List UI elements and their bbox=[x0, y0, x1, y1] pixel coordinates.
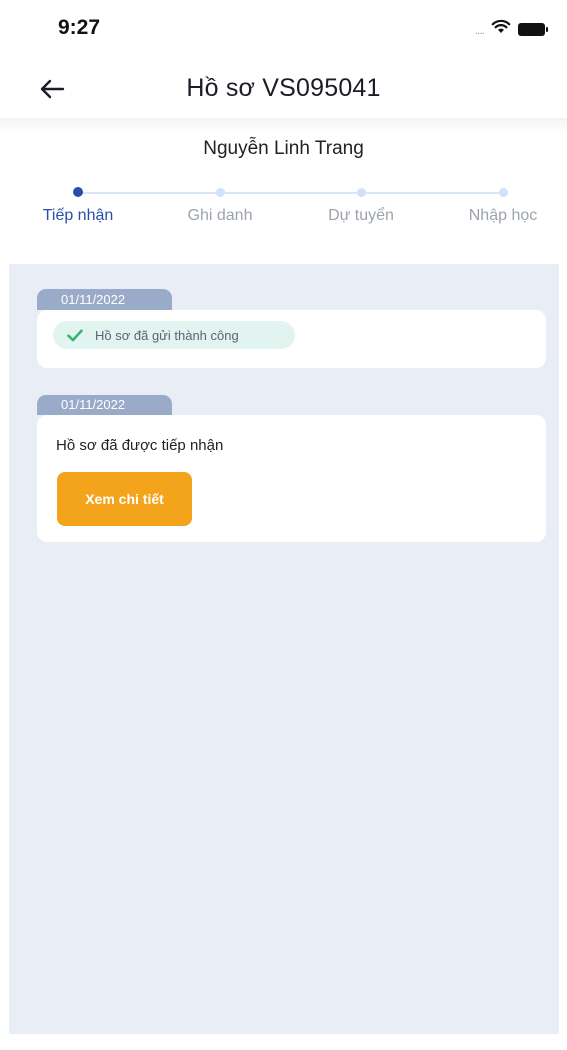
step-label: Tiếp nhận bbox=[42, 207, 114, 224]
nav-bar: Hồ sơ VS095041 bbox=[0, 54, 567, 124]
step-tiep-nhan[interactable]: Tiếp nhận bbox=[18, 184, 138, 225]
step-dot bbox=[215, 188, 225, 197]
timeline-area: 01/11/2022 Hồ sơ đã gửi thành công 01/11… bbox=[9, 264, 559, 1034]
timeline-message: Hồ sơ đã được tiếp nhận bbox=[56, 437, 224, 454]
step-dot bbox=[356, 188, 366, 197]
date-tag: 01/11/2022 bbox=[37, 395, 172, 415]
step-nhap-hoc[interactable]: Nhập học bbox=[443, 184, 563, 225]
step-dot bbox=[498, 188, 508, 197]
status-chip-text: Hồ sơ đã gửi thành công bbox=[95, 327, 239, 343]
checkmark-icon bbox=[67, 329, 83, 341]
stepper-track bbox=[78, 192, 504, 194]
timeline-card-received: Hồ sơ đã được tiếp nhận Xem chi tiết bbox=[37, 415, 546, 542]
status-time: 9:27 bbox=[58, 16, 101, 39]
profile-header: Nguyễn Linh Trang Tiếp nhận Ghi danh Dự … bbox=[0, 118, 567, 264]
applicant-name: Nguyễn Linh Trang bbox=[203, 138, 364, 159]
view-details-button[interactable]: Xem chi tiết bbox=[57, 472, 192, 526]
step-label: Ghi danh bbox=[187, 207, 253, 224]
date-tag: 01/11/2022 bbox=[37, 289, 172, 310]
battery-icon bbox=[518, 22, 548, 36]
step-label: Dự tuyển bbox=[328, 207, 394, 224]
timeline-card-submitted: Hồ sơ đã gửi thành công bbox=[37, 310, 546, 368]
step-label: Nhập học bbox=[468, 207, 538, 224]
status-bar: 9:27 .... bbox=[0, 0, 567, 54]
step-dot-active bbox=[73, 187, 83, 197]
page-title: Hồ sơ VS095041 bbox=[186, 74, 381, 102]
step-du-tuyen[interactable]: Dự tuyển bbox=[301, 184, 421, 225]
signal-dots: .... bbox=[474, 23, 485, 37]
status-chip: Hồ sơ đã gửi thành công bbox=[53, 321, 295, 349]
step-ghi-danh[interactable]: Ghi danh bbox=[160, 184, 280, 225]
status-icons: .... bbox=[474, 19, 548, 39]
wifi-icon bbox=[491, 19, 511, 39]
